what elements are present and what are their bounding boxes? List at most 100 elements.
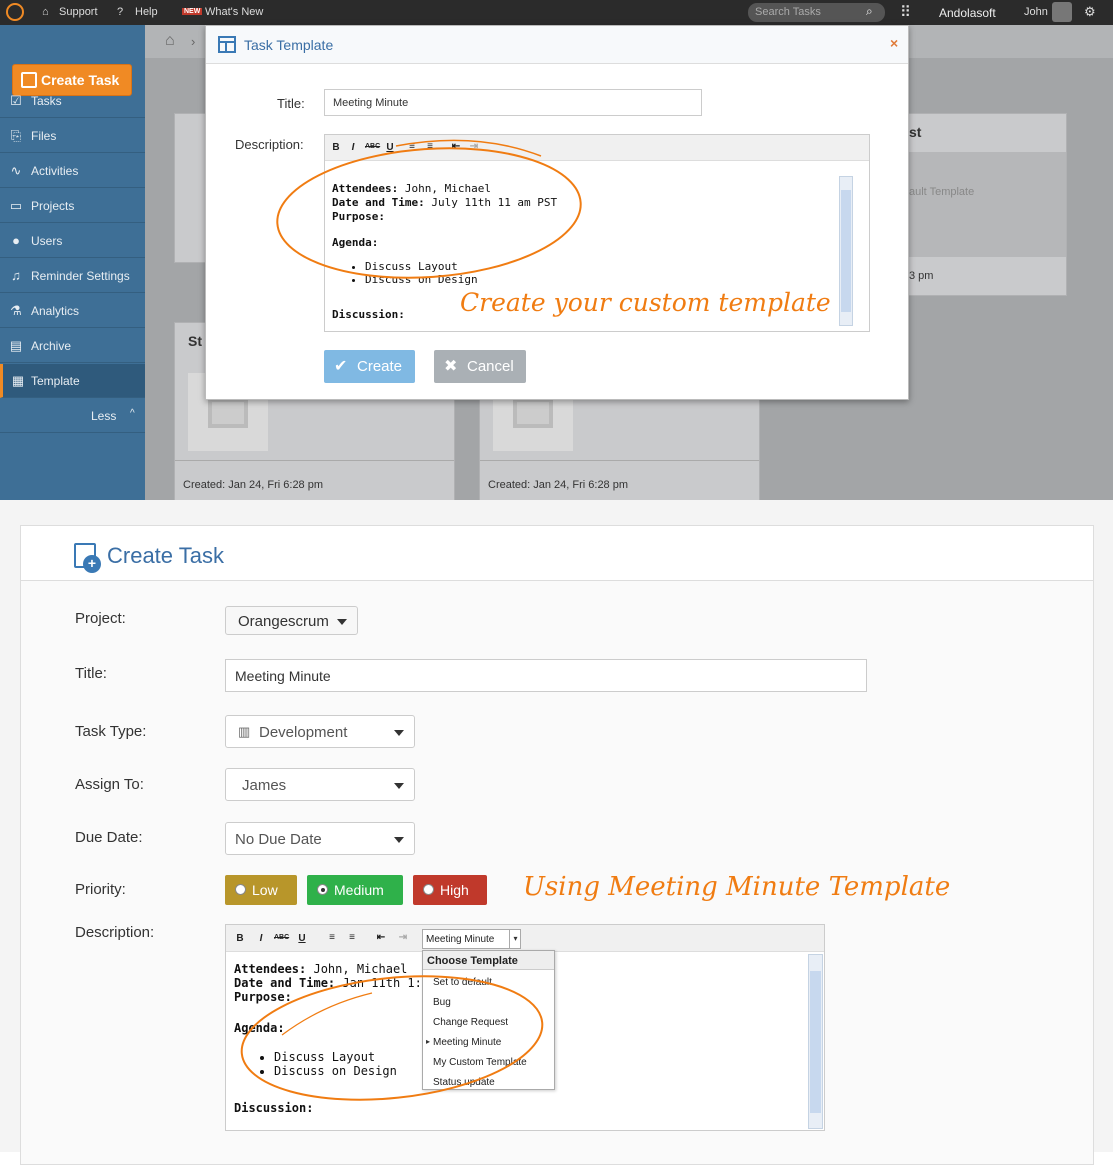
sidebar-item-label: Archive: [31, 339, 72, 353]
gear-icon[interactable]: ⚙: [1084, 4, 1096, 20]
annotation-ellipse: [240, 975, 544, 1101]
help-link[interactable]: Help: [135, 6, 158, 18]
divider: [480, 460, 759, 461]
title-label: Title:: [277, 96, 305, 111]
due-date-value: No Due Date: [235, 831, 322, 848]
create-button[interactable]: ✔ Create: [324, 350, 415, 383]
outdent-button[interactable]: ⇤: [374, 932, 388, 943]
support-link[interactable]: Support: [59, 6, 98, 18]
sidebar-item-tasks[interactable]: ☑ Tasks: [0, 84, 145, 118]
sidebar-item-projects[interactable]: ▭ Projects: [0, 189, 145, 223]
modal-header: Task Template ×: [206, 26, 908, 64]
italic-button[interactable]: I: [254, 933, 268, 944]
assign-select[interactable]: James: [225, 768, 415, 801]
card-title: St: [188, 333, 202, 349]
due-date-select[interactable]: No Due Date: [225, 822, 415, 855]
discussion-label: Discussion:: [332, 308, 405, 321]
template-icon: ▦: [11, 373, 25, 388]
editor-scrollbar[interactable]: [839, 176, 853, 326]
strikethrough-button[interactable]: ABC: [274, 934, 289, 941]
scrollbar-thumb[interactable]: [841, 190, 851, 312]
apps-grid-icon[interactable]: ⠿: [900, 3, 911, 21]
analytics-icon: ⚗: [10, 303, 22, 318]
ordered-list-button[interactable]: ≡: [325, 932, 339, 943]
new-badge: NEW: [182, 8, 203, 15]
project-value: Orangescrum: [238, 613, 329, 630]
archive-icon: ▤: [9, 338, 23, 353]
task-template-modal: Task Template × Title: Meeting Minute De…: [205, 25, 909, 400]
search-box[interactable]: Search Tasks ⌕: [748, 3, 885, 22]
sidebar-item-template[interactable]: ▦ Template: [0, 364, 145, 398]
template-screen: ⌂ Support ? Help NEW What's New Search T…: [0, 0, 1113, 500]
assign-label: Assign To:: [75, 776, 144, 793]
sidebar-item-label: Reminder Settings: [31, 269, 130, 283]
sidebar-item-label: Template: [31, 374, 80, 388]
tasks-icon: ☑: [10, 93, 22, 108]
search-icon[interactable]: ⌕: [866, 4, 873, 19]
description-editor[interactable]: B I ABC U ≡ ≡ ⇤ ⇥ Meeting Minute ▾ Atten…: [225, 924, 825, 1131]
paperclip-icon: ⎘: [10, 128, 22, 143]
cancel-button[interactable]: ✖ Cancel: [434, 350, 526, 383]
cancel-button-label: Cancel: [467, 358, 514, 375]
sidebar-item-label: Activities: [31, 164, 79, 178]
create-task-screen: + Create Task Project: Orangescrum Title…: [0, 500, 1113, 1165]
create-task-icon: +: [74, 543, 101, 573]
unordered-list-button[interactable]: ≡: [345, 932, 359, 943]
card-description: ault Template: [909, 186, 975, 198]
sidebar-item-analytics[interactable]: ⚗ Analytics: [0, 294, 145, 328]
sidebar-item-label: Projects: [31, 199, 75, 213]
title-value: Meeting Minute: [235, 668, 331, 684]
folder-icon: ▭: [9, 198, 23, 213]
create-button-label: Create: [357, 358, 403, 375]
bold-button[interactable]: B: [233, 933, 247, 944]
underline-button[interactable]: U: [295, 933, 309, 944]
whats-new-link[interactable]: What's New: [205, 6, 263, 18]
search-placeholder: Search Tasks: [755, 6, 821, 18]
title-input[interactable]: Meeting Minute: [225, 659, 867, 692]
project-label: Project:: [75, 610, 126, 627]
template-select[interactable]: Meeting Minute ▾: [422, 929, 521, 949]
activity-icon: ∿: [10, 163, 22, 178]
close-icon[interactable]: ×: [890, 35, 898, 51]
panel-header: + Create Task: [21, 526, 1093, 581]
sidebar-item-archive[interactable]: ▤ Archive: [0, 329, 145, 363]
priority-medium-button[interactable]: Medium: [307, 875, 403, 905]
company-name[interactable]: Andolasoft: [939, 6, 996, 20]
editor-scrollbar[interactable]: [808, 954, 823, 1129]
sidebar-item-reminder-settings[interactable]: ♫ Reminder Settings: [0, 259, 145, 293]
annotation-text: Create your custom template: [460, 288, 831, 317]
template-card[interactable]: st ault Template 3 pm: [907, 113, 1067, 296]
card-created: 3 pm: [909, 270, 934, 282]
sidebar-item-users[interactable]: ● Users: [0, 224, 145, 258]
priority-high-button[interactable]: High: [413, 875, 487, 905]
sidebar-item-label: Files: [31, 129, 57, 143]
priority-low-button[interactable]: Low: [225, 875, 297, 905]
priority-label: Priority:: [75, 881, 126, 898]
task-type-value: Development: [259, 724, 348, 741]
sidebar-item-label: Users: [31, 234, 63, 248]
priority-medium-label: Medium: [334, 882, 384, 898]
sidebar-less-toggle[interactable]: Less ^: [0, 399, 145, 433]
title-input[interactable]: Meeting Minute: [324, 89, 702, 116]
page-title: Create Task: [107, 543, 224, 568]
chevron-down-icon: ▾: [509, 930, 521, 948]
project-select[interactable]: Orangescrum: [225, 606, 358, 635]
sidebar-item-activities[interactable]: ∿ Activities: [0, 154, 145, 188]
indent-button[interactable]: ⇥: [396, 932, 410, 943]
avatar[interactable]: [1052, 2, 1072, 22]
annotation-ellipse: [276, 139, 582, 279]
task-type-select[interactable]: ▥ Development: [225, 715, 415, 748]
card-title: st: [909, 124, 922, 140]
sidebar-item-files[interactable]: ⎘ Files: [0, 119, 145, 153]
title-label: Title:: [75, 665, 107, 682]
user-name[interactable]: John: [1024, 6, 1048, 18]
chevron-down-icon: [394, 837, 404, 843]
radio-selected-icon: [317, 884, 328, 895]
sidebar: Create Task ☑ Tasks ⎘ Files ∿ Activities ▭ P…: [0, 25, 145, 500]
logo-icon: [6, 3, 24, 21]
radio-icon: [423, 884, 434, 895]
card-created: Created: Jan 24, Fri 6:28 pm: [183, 479, 324, 491]
home-icon[interactable]: ⌂: [165, 32, 175, 50]
bell-icon: ♫: [11, 268, 21, 283]
scrollbar-thumb[interactable]: [810, 971, 821, 1113]
